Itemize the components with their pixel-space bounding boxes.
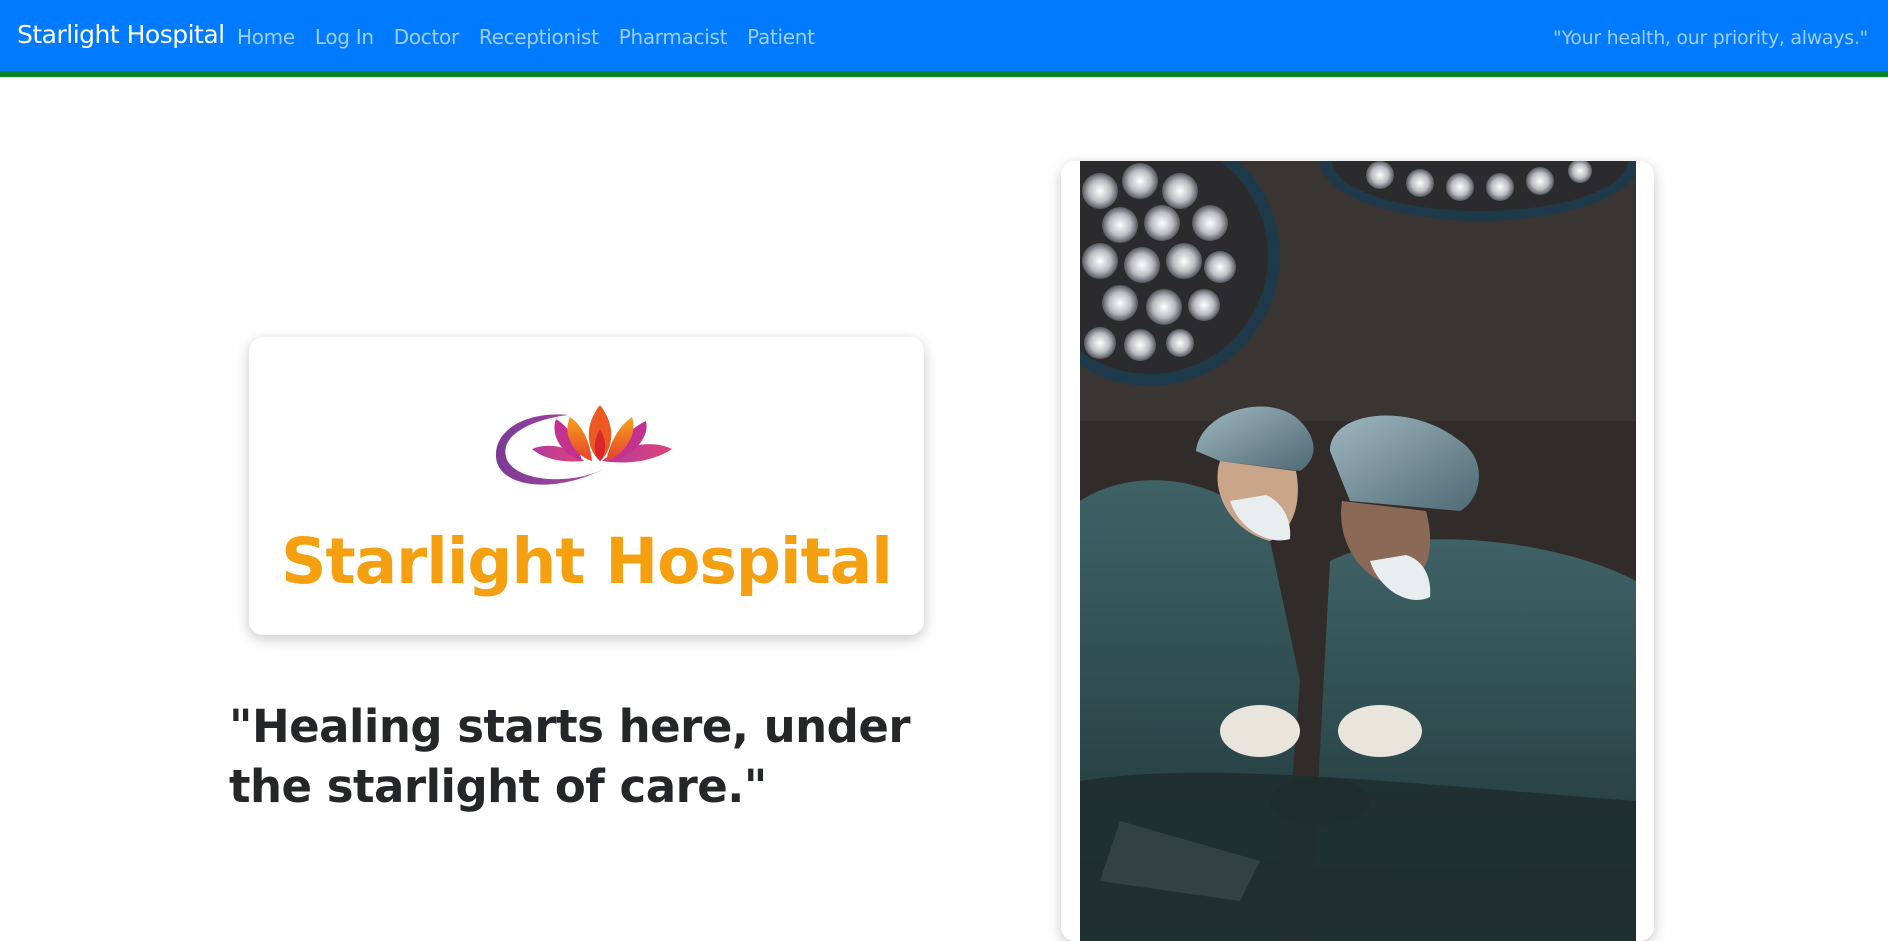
nav-link-patient[interactable]: Patient [747,25,815,49]
brand-link[interactable]: Starlight Hospital [17,20,225,49]
logo-title: Starlight Hospital [281,525,893,598]
nav-links: Home Log In Doctor Receptionist Pharmaci… [237,25,835,49]
surgeons-illustration [1080,161,1636,941]
lotus-logo-icon [495,405,672,485]
nav-link-home[interactable]: Home [237,25,295,49]
nav-link-pharmacist[interactable]: Pharmacist [619,25,728,49]
nav-link-receptionist[interactable]: Receptionist [479,25,599,49]
hero-quote: "Healing starts here, under the starligh… [229,700,911,813]
navbar-tagline: "Your health, our priority, always." [1553,27,1868,49]
nav-link-login[interactable]: Log In [315,25,374,49]
surgeons-photo [1080,161,1636,941]
photo-card [1061,161,1654,941]
nav-link-doctor[interactable]: Doctor [394,25,459,49]
top-navbar: Starlight Hospital Home Log In Doctor Re… [0,0,1888,77]
logo-card: Starlight Hospital [249,337,924,635]
